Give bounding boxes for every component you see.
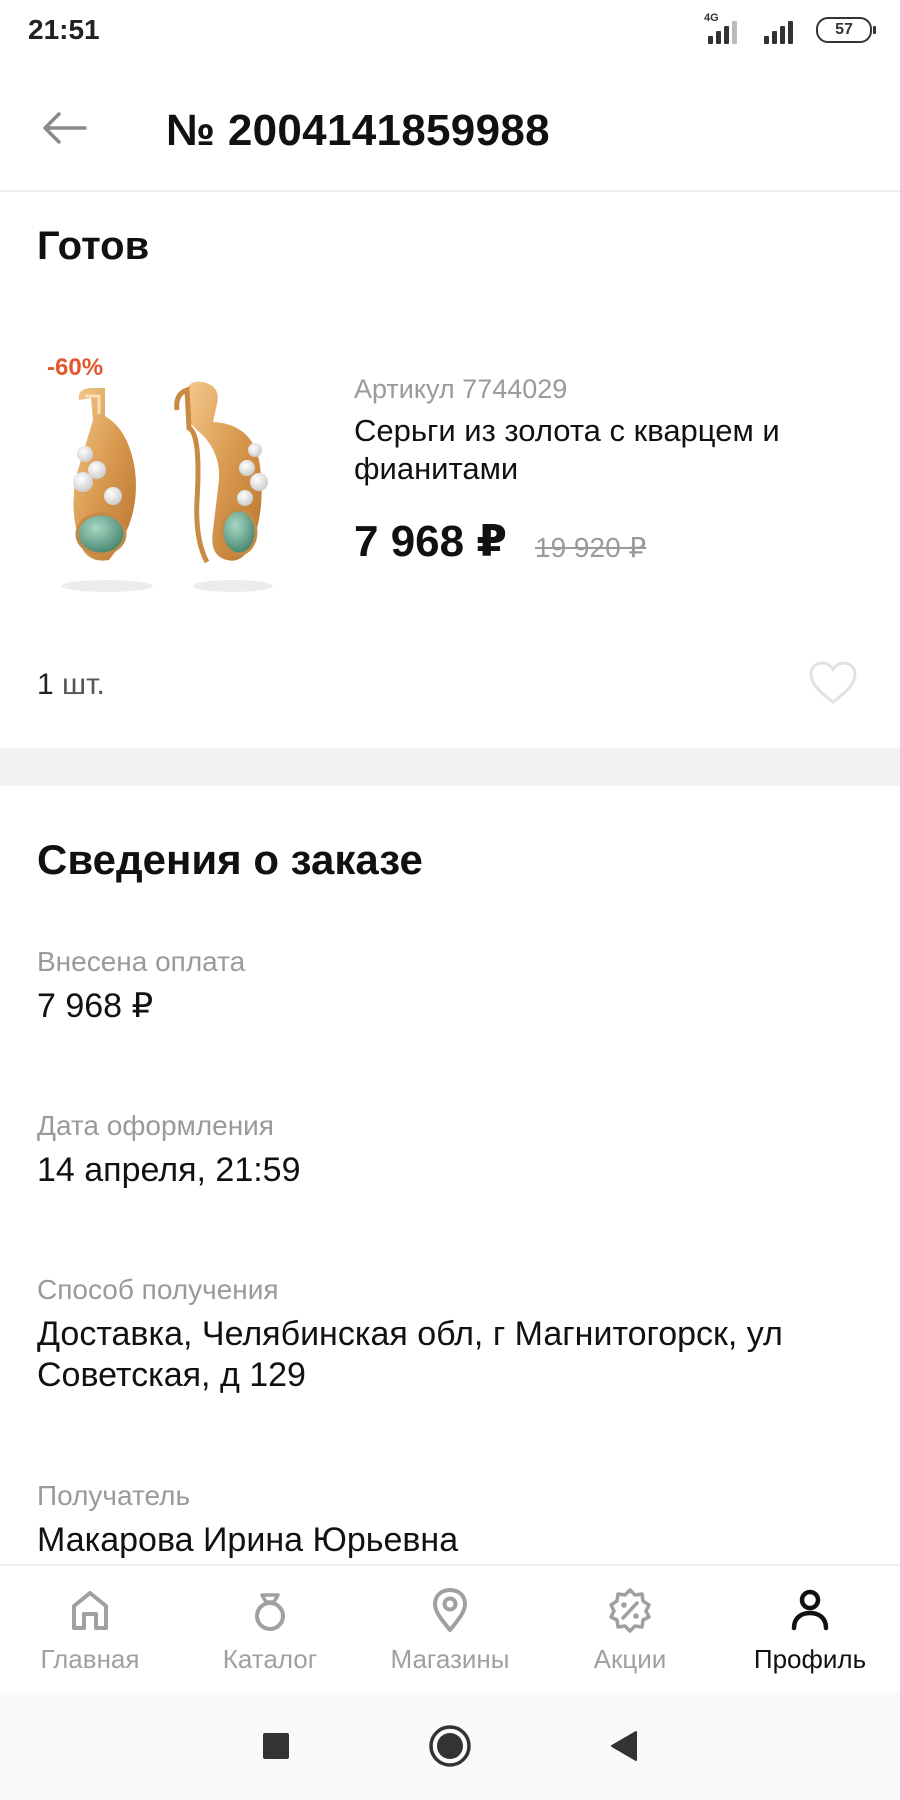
home-icon: [72, 1591, 108, 1630]
nav-item-home[interactable]: Главная: [0, 1566, 180, 1692]
ring-icon: [255, 1593, 285, 1631]
discount-badge: -60%: [47, 354, 104, 381]
order-date-label: Дата оформления: [37, 1110, 274, 1141]
order-status-title: Готов: [37, 224, 150, 268]
product-name[interactable]: Серьги из золота с кварцем и фианитами: [354, 412, 874, 488]
bottom-nav: Главная Каталог Магазины Акции Профиль: [0, 1564, 900, 1692]
order-date-value: 14 апреля, 21:59: [37, 1151, 301, 1189]
triangle-back-icon: [611, 1731, 637, 1761]
favorite-button[interactable]: [808, 660, 864, 710]
user-icon: [791, 1589, 829, 1631]
product-old-price: 19 920 ₽: [535, 532, 647, 563]
section-divider: [0, 748, 900, 786]
earrings-gold-quartz-image: [61, 381, 273, 592]
home-button[interactable]: [428, 1724, 472, 1768]
recent-apps-button[interactable]: [254, 1724, 298, 1768]
arrow-left-icon: [43, 112, 87, 144]
delivery-method-value: Доставка, Челябинская обл, г Магнитогорс…: [37, 1315, 783, 1394]
page-title: № 2004141859988: [166, 106, 550, 155]
battery-icon: 57: [816, 17, 876, 43]
delivery-method-label: Способ получения: [37, 1274, 279, 1305]
network-type-label: 4G: [704, 12, 719, 24]
nav-label-home: Главная: [40, 1644, 140, 1674]
square-icon: [263, 1733, 289, 1759]
percent-badge-icon: [609, 1588, 651, 1633]
product-quantity: 1 шт.: [37, 668, 105, 702]
back-button[interactable]: [36, 104, 92, 152]
nav-label-promotions: Акции: [593, 1644, 667, 1674]
battery-level: 57: [835, 21, 853, 38]
circle-icon: [429, 1725, 471, 1767]
signal-4g-icon: 4G: [704, 12, 746, 44]
signal-icon: [760, 16, 802, 44]
status-icons: 4G 57: [704, 12, 876, 44]
header: № 2004141859988: [0, 64, 900, 192]
nav-item-catalog[interactable]: Каталог: [180, 1566, 360, 1692]
quantity-value: 1: [37, 668, 54, 701]
nav-label-stores: Магазины: [390, 1644, 510, 1674]
quantity-unit: шт.: [62, 668, 105, 701]
payment-value: 7 968 ₽: [37, 987, 154, 1025]
map-pin-icon: [433, 1588, 467, 1632]
nav-item-stores[interactable]: Магазины: [360, 1566, 540, 1692]
system-nav-bar: [0, 1692, 900, 1800]
heart-outline-icon: [809, 661, 857, 704]
recipient-value: Макарова Ирина Юрьевна: [37, 1521, 459, 1559]
nav-label-catalog: Каталог: [222, 1644, 318, 1674]
product-image[interactable]: [37, 350, 317, 620]
system-back-button[interactable]: [602, 1724, 646, 1768]
product-article: Артикул 7744029: [354, 374, 568, 404]
status-time: 21:51: [28, 14, 100, 45]
product-price: 7 968 ₽: [354, 517, 507, 566]
status-bar: 21:51 4G 57: [0, 0, 900, 64]
payment-label: Внесена оплата: [37, 946, 246, 977]
order-info-title: Сведения о заказе: [37, 836, 423, 883]
nav-item-profile[interactable]: Профиль: [720, 1566, 900, 1692]
nav-label-profile: Профиль: [753, 1644, 867, 1674]
nav-item-promotions[interactable]: Акции: [540, 1566, 720, 1692]
recipient-label: Получатель: [37, 1480, 191, 1511]
